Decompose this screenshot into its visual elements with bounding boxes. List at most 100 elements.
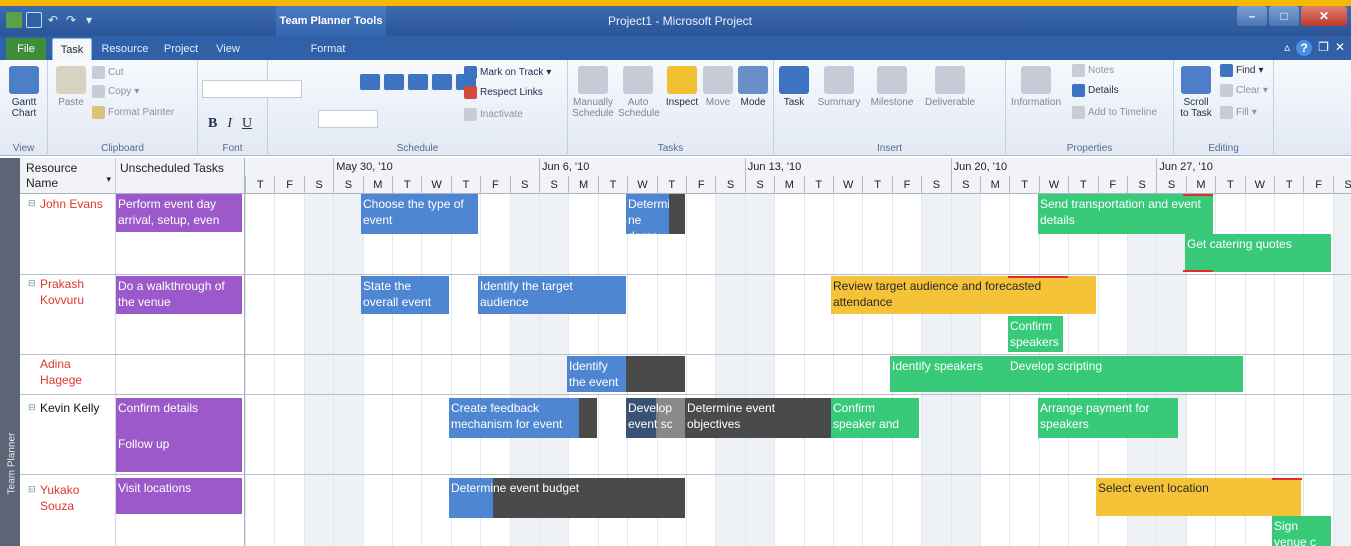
tab-task[interactable]: Task bbox=[52, 38, 92, 60]
tab-format[interactable]: Format bbox=[300, 38, 356, 60]
copy-button[interactable]: Copy ▾ bbox=[92, 85, 139, 98]
task-bar[interactable]: State the overall event bbox=[361, 276, 449, 314]
customize-qat-icon[interactable]: ▾ bbox=[82, 13, 96, 27]
respect-links-button[interactable]: Respect Links bbox=[464, 86, 543, 99]
information-button[interactable]: Information bbox=[1008, 66, 1064, 108]
manually-schedule-button[interactable]: Manually Schedule bbox=[570, 66, 616, 119]
inspect-button[interactable]: Inspect bbox=[662, 66, 702, 108]
insert-task-button[interactable]: Task bbox=[778, 66, 810, 108]
notes-button[interactable]: Notes bbox=[1072, 64, 1114, 77]
mode-icon bbox=[738, 66, 768, 94]
task-bar[interactable]: Develop event sc bbox=[626, 398, 685, 438]
clear-button[interactable]: Clear ▾ bbox=[1220, 84, 1268, 97]
group-label-schedule: Schedule bbox=[396, 143, 439, 154]
close-button[interactable]: ✕ bbox=[1301, 6, 1347, 26]
format-painter-button[interactable]: Format Painter bbox=[92, 106, 174, 119]
fill-button[interactable]: Fill ▾ bbox=[1220, 106, 1257, 119]
pct-75-icon[interactable] bbox=[432, 74, 452, 90]
minimize-ribbon-icon[interactable]: ▵ bbox=[1284, 40, 1290, 56]
resource-name[interactable]: Prakash Kovvuru bbox=[40, 276, 110, 308]
weekend-column bbox=[715, 194, 745, 546]
task-bar[interactable]: Identify the event team bbox=[567, 356, 626, 392]
day-cell: T bbox=[1215, 176, 1244, 194]
day-cell: W bbox=[1038, 176, 1068, 194]
ribbon: Gantt Chart View Paste Cut Copy ▾ Format … bbox=[0, 60, 1351, 156]
collapse-icon[interactable]: ⊟ bbox=[28, 402, 36, 413]
unscheduled-task[interactable]: Confirm details bbox=[116, 398, 242, 434]
unscheduled-task[interactable]: Visit locations bbox=[116, 478, 242, 514]
task-bar[interactable]: Create feedback mechanism for event bbox=[449, 398, 579, 438]
unscheduled-task[interactable]: Do a walkthrough of the venue bbox=[116, 276, 242, 314]
task-bar[interactable]: Sign venue c bbox=[1272, 516, 1331, 546]
insert-milestone-button[interactable]: Milestone bbox=[866, 66, 918, 108]
task-bar[interactable]: Identify speakers bbox=[890, 356, 1008, 392]
paste-button[interactable]: Paste bbox=[54, 66, 88, 108]
pct-50-icon[interactable] bbox=[408, 74, 428, 90]
mark-on-track-button[interactable]: Mark on Track ▾ bbox=[464, 66, 551, 79]
task-bar[interactable]: Confirm speakers bbox=[1008, 316, 1063, 352]
task-bar[interactable]: Send transportation and event details bbox=[1038, 194, 1213, 234]
paste-icon bbox=[56, 66, 86, 94]
task-bar[interactable]: Arrange payment for speakers bbox=[1038, 398, 1178, 438]
task-bar[interactable]: Develop scripting bbox=[1008, 356, 1243, 392]
tab-resource[interactable]: Resource bbox=[96, 38, 154, 60]
task-bar[interactable]: Select event location bbox=[1096, 478, 1301, 516]
help-icon[interactable]: ? bbox=[1296, 40, 1313, 56]
insert-deliverable-button[interactable]: Deliverable bbox=[920, 66, 980, 108]
task-bar[interactable]: Determi ne dema bbox=[626, 194, 669, 234]
font-size-select[interactable] bbox=[318, 110, 378, 128]
task-bar-overallocated[interactable] bbox=[669, 194, 685, 234]
move-button[interactable]: Move bbox=[702, 66, 734, 108]
unscheduled-tasks-header[interactable]: Unscheduled Tasks bbox=[116, 158, 245, 194]
resource-name-header[interactable]: Resource Name ▾ bbox=[20, 158, 116, 194]
pct-0-icon[interactable] bbox=[360, 74, 380, 90]
task-bar[interactable]: Get catering quotes bbox=[1185, 234, 1331, 272]
task-bar[interactable]: Review target audience and forecasted at… bbox=[831, 276, 1096, 314]
tab-project[interactable]: Project bbox=[156, 38, 206, 60]
tab-view[interactable]: View bbox=[208, 38, 248, 60]
save-icon[interactable] bbox=[26, 12, 42, 28]
details-button[interactable]: Details bbox=[1072, 84, 1119, 97]
app-icon[interactable] bbox=[6, 12, 22, 28]
mode-button[interactable]: Mode bbox=[736, 66, 770, 108]
underline-button[interactable]: U bbox=[242, 116, 252, 132]
maximize-button[interactable]: □ bbox=[1269, 6, 1299, 26]
day-cell: T bbox=[1274, 176, 1303, 194]
week-divider bbox=[744, 158, 746, 176]
task-bar[interactable]: Confirm speaker and bbox=[831, 398, 919, 438]
task-bar[interactable]: Identify the target audience bbox=[478, 276, 626, 314]
task-bar[interactable]: Determine event objectives bbox=[685, 398, 831, 438]
pct-25-icon[interactable] bbox=[384, 74, 404, 90]
chevron-down-icon[interactable]: ▾ bbox=[106, 172, 111, 187]
resource-name[interactable]: Adina Hagege bbox=[40, 356, 110, 388]
resource-name[interactable]: Kevin Kelly bbox=[40, 400, 99, 416]
unscheduled-task[interactable]: Follow up bbox=[116, 434, 242, 472]
italic-button[interactable]: I bbox=[227, 116, 232, 132]
resource-name[interactable]: John Evans bbox=[40, 196, 103, 212]
auto-schedule-button[interactable]: Auto Schedule bbox=[618, 66, 660, 119]
restore-icon[interactable]: ❐ bbox=[1318, 40, 1329, 56]
close-doc-icon[interactable]: ✕ bbox=[1335, 40, 1345, 56]
resource-name[interactable]: Yukako Souza bbox=[40, 482, 110, 514]
scroll-to-task-button[interactable]: Scroll to Task bbox=[1176, 66, 1216, 119]
task-bar-overallocated[interactable] bbox=[626, 356, 685, 392]
task-bar[interactable]: Determine event budget bbox=[449, 478, 685, 518]
cut-button[interactable]: Cut bbox=[92, 66, 124, 79]
tab-file[interactable]: File bbox=[6, 38, 46, 60]
task-bar[interactable]: Choose the type of event bbox=[361, 194, 478, 234]
gantt-chart-button[interactable]: Gantt Chart bbox=[4, 66, 44, 119]
collapse-icon[interactable]: ⊟ bbox=[28, 198, 36, 209]
unscheduled-task[interactable]: Perform event day arrival, setup, even bbox=[116, 194, 242, 232]
undo-icon[interactable]: ↶ bbox=[46, 13, 60, 27]
find-button[interactable]: Find ▾ bbox=[1220, 64, 1263, 77]
day-cell: S bbox=[950, 176, 980, 194]
collapse-icon[interactable]: ⊟ bbox=[28, 278, 36, 289]
add-to-timeline-button[interactable]: Add to Timeline bbox=[1072, 106, 1157, 119]
insert-summary-button[interactable]: Summary bbox=[814, 66, 864, 108]
task-bar-overallocated[interactable] bbox=[579, 398, 597, 438]
redo-icon[interactable]: ↷ bbox=[64, 13, 78, 27]
minimize-button[interactable]: – bbox=[1237, 6, 1267, 26]
collapse-icon[interactable]: ⊟ bbox=[28, 484, 36, 495]
inactivate-button[interactable]: Inactivate bbox=[464, 108, 523, 121]
bold-button[interactable]: B bbox=[208, 116, 217, 132]
